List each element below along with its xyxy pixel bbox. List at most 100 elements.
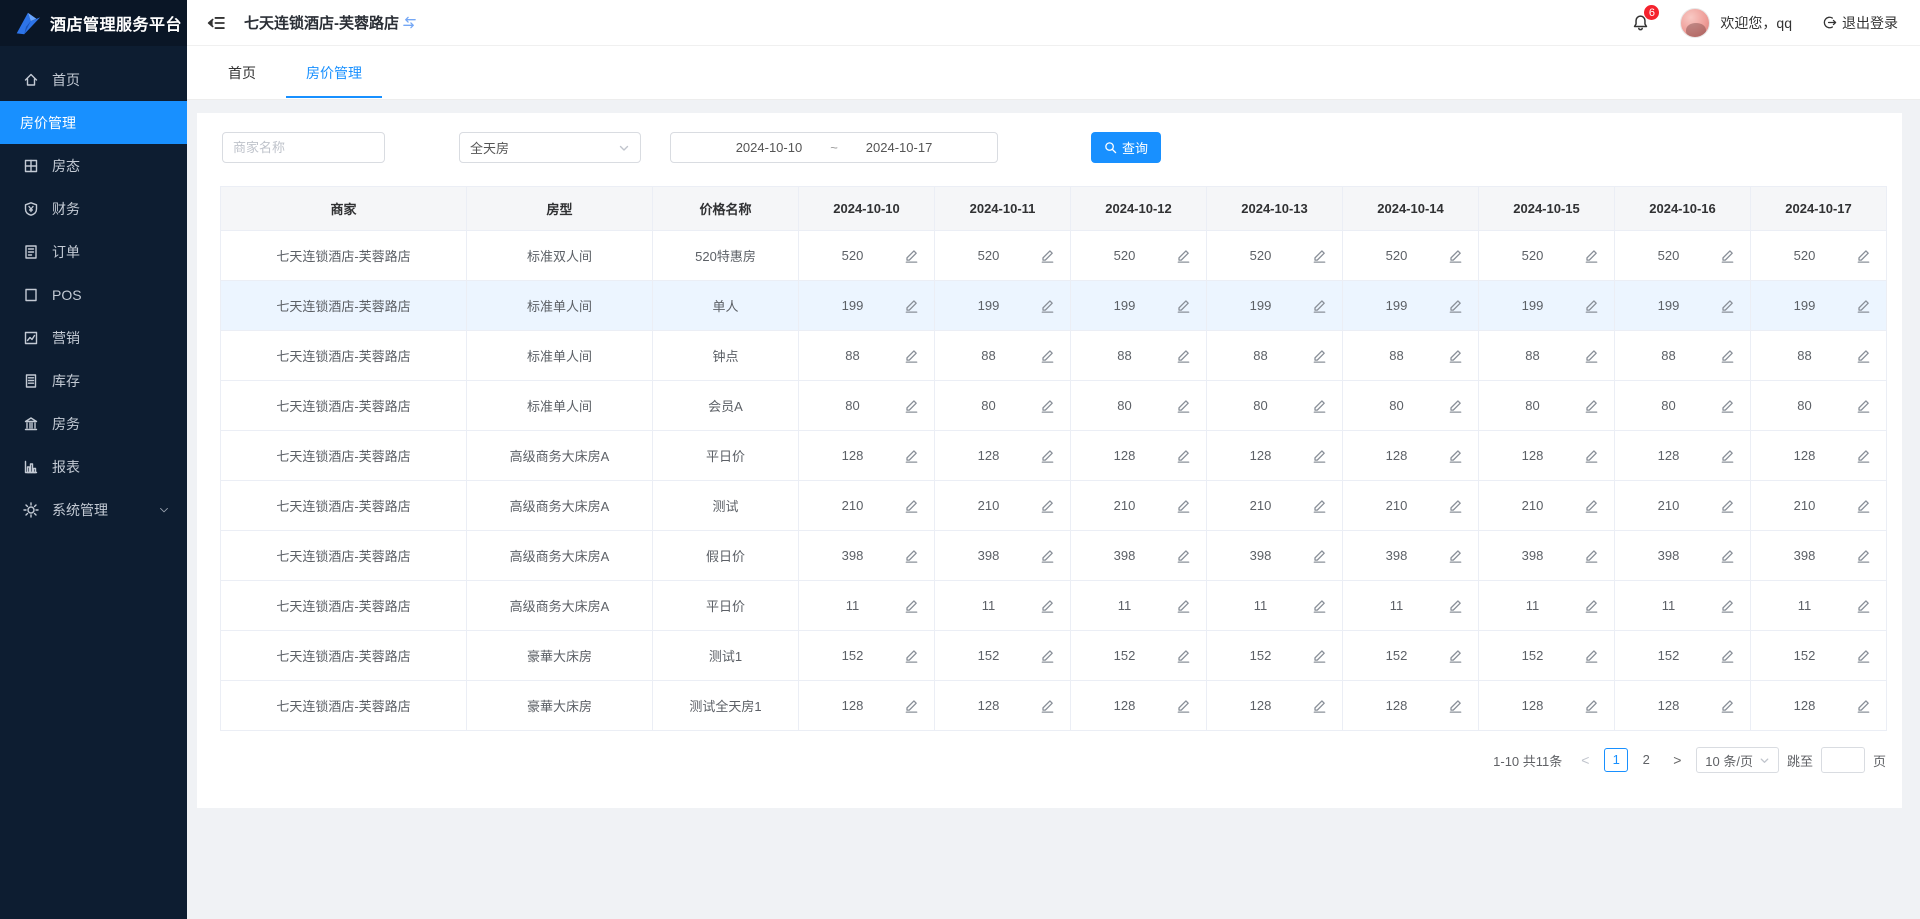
edit-icon[interactable] <box>904 548 919 563</box>
prev-page-button[interactable]: < <box>1574 752 1596 768</box>
edit-icon[interactable] <box>1584 598 1599 613</box>
sidebar-item-marketing[interactable]: 营销 <box>0 316 187 359</box>
edit-icon[interactable] <box>1584 698 1599 713</box>
edit-icon[interactable] <box>1040 498 1055 513</box>
edit-icon[interactable] <box>1176 448 1191 463</box>
edit-icon[interactable] <box>1448 548 1463 563</box>
edit-icon[interactable] <box>1448 648 1463 663</box>
edit-icon[interactable] <box>1312 648 1327 663</box>
page-number-2[interactable]: 2 <box>1634 748 1658 772</box>
page-size-select[interactable]: 10 条/页 <box>1696 747 1779 773</box>
edit-icon[interactable] <box>1448 248 1463 263</box>
sidebar-item-system[interactable]: 系统管理 <box>0 488 187 531</box>
edit-icon[interactable] <box>1448 698 1463 713</box>
table-row[interactable]: 七天连锁酒店-芙蓉路店 标准单人间 单人 199 199 199 199 199 199 199 1… <box>220 280 1887 331</box>
search-button[interactable]: 查询 <box>1091 132 1161 163</box>
edit-icon[interactable] <box>1176 598 1191 613</box>
edit-icon[interactable] <box>1040 298 1055 313</box>
edit-icon[interactable] <box>1448 398 1463 413</box>
date-start[interactable]: 2024-10-10 <box>736 140 803 155</box>
edit-icon[interactable] <box>1720 248 1735 263</box>
sidebar-item-housekeeping[interactable]: 房务 <box>0 402 187 445</box>
edit-icon[interactable] <box>1856 248 1871 263</box>
edit-icon[interactable] <box>1312 298 1327 313</box>
edit-icon[interactable] <box>1584 298 1599 313</box>
edit-icon[interactable] <box>1584 348 1599 363</box>
edit-icon[interactable] <box>1176 298 1191 313</box>
table-row[interactable]: 七天连锁酒店-芙蓉路店 高级商务大床房A 平日价 128 128 128 128 128 128… <box>220 430 1887 481</box>
edit-icon[interactable] <box>1040 648 1055 663</box>
edit-icon[interactable] <box>904 498 919 513</box>
edit-icon[interactable] <box>1312 448 1327 463</box>
page-number-1[interactable]: 1 <box>1604 748 1629 772</box>
sidebar-item-room-price[interactable]: 房价管理 <box>0 101 187 144</box>
edit-icon[interactable] <box>1176 698 1191 713</box>
edit-icon[interactable] <box>1720 348 1735 363</box>
edit-icon[interactable] <box>1720 448 1735 463</box>
edit-icon[interactable] <box>1176 248 1191 263</box>
edit-icon[interactable] <box>1176 648 1191 663</box>
table-row[interactable]: 七天连锁酒店-芙蓉路店 高级商务大床房A 测试 210 210 210 210 210 210 2… <box>220 480 1887 531</box>
edit-icon[interactable] <box>1448 598 1463 613</box>
table-row[interactable]: 七天连锁酒店-芙蓉路店 高级商务大床房A 假日价 398 398 398 398 398 398… <box>220 530 1887 581</box>
table-row[interactable]: 七天连锁酒店-芙蓉路店 豪華大床房 测试1 152 152 152 152 152 152 152… <box>220 630 1887 681</box>
merchant-name-input[interactable] <box>222 132 385 163</box>
avatar[interactable] <box>1680 7 1711 38</box>
edit-icon[interactable] <box>1720 698 1735 713</box>
edit-icon[interactable] <box>1584 248 1599 263</box>
edit-icon[interactable] <box>1856 398 1871 413</box>
edit-icon[interactable] <box>1584 498 1599 513</box>
edit-icon[interactable] <box>1720 598 1735 613</box>
sidebar-item-report[interactable]: 报表 <box>0 445 187 488</box>
table-row[interactable]: 七天连锁酒店-芙蓉路店 标准双人间 520特惠房 520 520 520 520 520 520… <box>220 230 1887 281</box>
table-row[interactable]: 七天连锁酒店-芙蓉路店 标准单人间 会员A 80 80 80 80 80 80 80 80 <box>220 380 1887 431</box>
sidebar-item-home[interactable]: 首页 <box>0 58 187 101</box>
edit-icon[interactable] <box>1720 548 1735 563</box>
logout-button[interactable]: 退出登录 <box>1822 13 1898 33</box>
edit-icon[interactable] <box>1040 598 1055 613</box>
edit-icon[interactable] <box>1856 548 1871 563</box>
edit-icon[interactable] <box>904 298 919 313</box>
sidebar-item-room-status[interactable]: 房态 <box>0 144 187 187</box>
edit-icon[interactable] <box>1040 398 1055 413</box>
table-row[interactable]: 七天连锁酒店-芙蓉路店 高级商务大床房A 平日价 11 11 11 11 11 11 11 11 <box>220 580 1887 631</box>
date-end[interactable]: 2024-10-17 <box>866 140 933 155</box>
edit-icon[interactable] <box>1312 248 1327 263</box>
edit-icon[interactable] <box>1312 598 1327 613</box>
edit-icon[interactable] <box>1312 398 1327 413</box>
edit-icon[interactable] <box>1448 348 1463 363</box>
edit-icon[interactable] <box>904 448 919 463</box>
tab-home[interactable]: 首页 <box>208 46 276 99</box>
edit-icon[interactable] <box>1176 348 1191 363</box>
edit-icon[interactable] <box>1856 598 1871 613</box>
edit-icon[interactable] <box>1040 548 1055 563</box>
edit-icon[interactable] <box>904 598 919 613</box>
edit-icon[interactable] <box>1856 448 1871 463</box>
swap-icon[interactable] <box>402 15 417 30</box>
sidebar-item-inventory[interactable]: 库存 <box>0 359 187 402</box>
edit-icon[interactable] <box>1856 698 1871 713</box>
menu-collapse-icon[interactable] <box>205 12 227 34</box>
edit-icon[interactable] <box>1448 448 1463 463</box>
table-row[interactable]: 七天连锁酒店-芙蓉路店 标准单人间 钟点 88 88 88 88 88 88 88 88 <box>220 330 1887 381</box>
edit-icon[interactable] <box>1448 498 1463 513</box>
edit-icon[interactable] <box>1040 698 1055 713</box>
edit-icon[interactable] <box>1448 298 1463 313</box>
edit-icon[interactable] <box>904 398 919 413</box>
edit-icon[interactable] <box>904 348 919 363</box>
sidebar-item-pos[interactable]: POS <box>0 273 187 316</box>
edit-icon[interactable] <box>1584 398 1599 413</box>
edit-icon[interactable] <box>1312 348 1327 363</box>
edit-icon[interactable] <box>1312 498 1327 513</box>
date-range-picker[interactable]: 2024-10-10 ~ 2024-10-17 <box>670 132 998 163</box>
edit-icon[interactable] <box>1176 498 1191 513</box>
edit-icon[interactable] <box>1856 348 1871 363</box>
room-mode-select[interactable]: 全天房 <box>459 132 641 163</box>
edit-icon[interactable] <box>1720 398 1735 413</box>
edit-icon[interactable] <box>1856 298 1871 313</box>
tab-room-price[interactable]: 房价管理 <box>286 46 382 99</box>
next-page-button[interactable]: > <box>1666 752 1688 768</box>
edit-icon[interactable] <box>904 698 919 713</box>
edit-icon[interactable] <box>1312 548 1327 563</box>
edit-icon[interactable] <box>904 248 919 263</box>
